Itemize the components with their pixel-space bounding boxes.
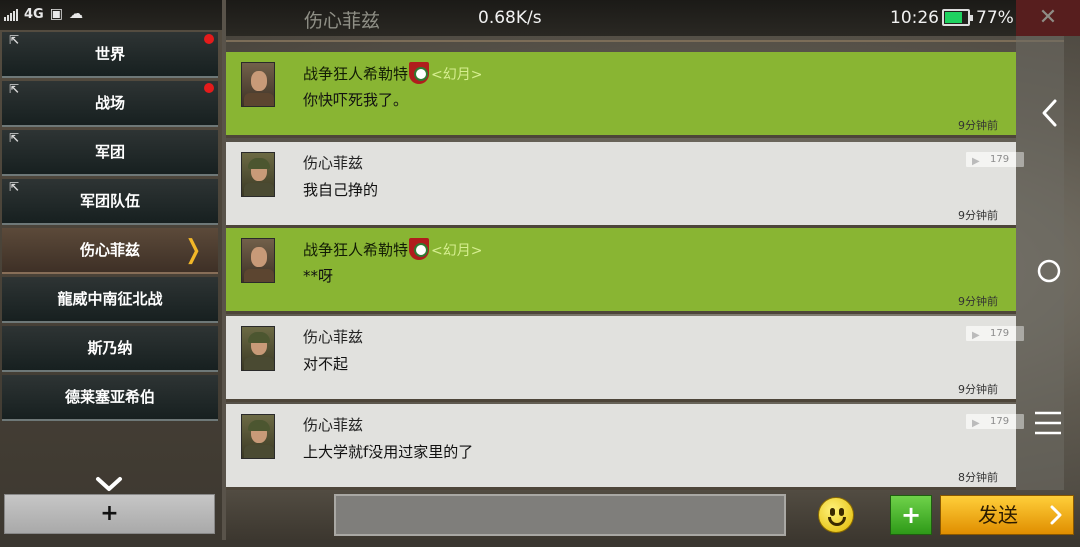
sender-line: 伤心菲兹 xyxy=(303,414,363,435)
message-text: 你快吓死我了。 xyxy=(303,91,409,109)
battery-icon xyxy=(942,9,973,26)
close-button[interactable]: ✕ xyxy=(1016,0,1080,36)
flag-icon: ▶ xyxy=(972,418,980,429)
chat-input-bar: + 发送 xyxy=(226,490,1080,540)
guild-bracket-open: < xyxy=(431,243,443,259)
guild-badge-icon xyxy=(409,238,430,260)
message-time: 9分钟前 xyxy=(958,295,998,308)
chat-message[interactable]: 伤心菲兹对不起 ▶ 179 9分钟前 xyxy=(226,316,1024,402)
circle-icon[interactable] xyxy=(1029,258,1069,291)
rank-value: 179 xyxy=(990,416,1010,427)
chat-message[interactable]: 伤心菲兹上大学就f没用过家里的了 ▶ 179 8分钟前 xyxy=(226,404,1024,490)
channel-label: 军团 xyxy=(94,143,125,161)
sender-line: 战争狂人希勒特 <幻月> xyxy=(303,62,482,84)
image-icon: ▣ xyxy=(49,6,63,22)
avatar[interactable] xyxy=(241,62,275,107)
smiley-icon[interactable] xyxy=(818,497,854,533)
page-title: 伤心菲兹 xyxy=(304,10,381,32)
channel-label: 斯乃纳 xyxy=(87,339,133,357)
channel-item[interactable]: 龍威中南征北战 xyxy=(2,277,218,323)
channel-item[interactable]: ⇱ 世界 xyxy=(2,32,218,78)
pin-icon: ⇱ xyxy=(9,33,20,47)
signal-icon xyxy=(4,7,18,21)
avatar[interactable] xyxy=(241,414,275,459)
flag-icon: ▶ xyxy=(972,156,980,167)
rank-value: 179 xyxy=(990,328,1010,339)
channel-item[interactable]: ⇱ 战场 xyxy=(2,81,218,127)
channel-item[interactable]: 斯乃纳 xyxy=(2,326,218,372)
message-divider xyxy=(226,135,1016,138)
pin-icon: ⇱ xyxy=(9,82,20,96)
battery-percent: 77% xyxy=(976,8,1014,28)
channel-label: 军团队伍 xyxy=(79,192,140,210)
flag-icon: ▶ xyxy=(972,330,980,341)
chat-message[interactable]: 伤心菲兹我自己挣的 ▶ 179 9分钟前 xyxy=(226,142,1024,228)
message-input[interactable] xyxy=(334,494,786,536)
channel-label: 德莱塞亚希伯 xyxy=(64,388,155,406)
sender-name[interactable]: 战争狂人希勒特 xyxy=(303,241,408,259)
status-left: 4G ▣ ☁ xyxy=(4,6,83,22)
menu-icon[interactable] xyxy=(1028,410,1068,443)
guild-badge-icon xyxy=(409,62,430,84)
avatar[interactable] xyxy=(241,238,275,283)
sender-name[interactable]: 战争狂人希勒特 xyxy=(303,65,408,83)
network-type: 4G xyxy=(24,6,44,22)
guild-bracket-close: > xyxy=(470,243,483,259)
pin-icon: ⇱ xyxy=(9,131,20,145)
chevron-right-icon xyxy=(1049,496,1063,547)
sender-name[interactable]: 伤心菲兹 xyxy=(303,416,363,434)
send-button[interactable]: 发送 xyxy=(940,495,1074,535)
message-list[interactable]: 战争狂人希勒特 <幻月> 你快吓死我了。 9分钟前 伤心菲兹 我自己挣的 ▶ 179 9分钟前战… xyxy=(226,36,1024,490)
guild-name: 幻月 xyxy=(442,243,471,259)
active-chevron-icon: ❭ xyxy=(182,235,204,265)
sender-line: 伤心菲兹 xyxy=(303,326,363,347)
guild-bracket-open: < xyxy=(431,67,443,83)
wechat-icon: ☁ xyxy=(68,6,83,22)
right-rail xyxy=(1016,36,1064,490)
avatar[interactable] xyxy=(241,152,275,197)
pin-icon: ⇱ xyxy=(9,180,20,194)
battery-fill xyxy=(945,12,962,23)
message-divider xyxy=(226,311,1016,314)
sender-line: 伤心菲兹 xyxy=(303,152,363,173)
network-speed: 0.68K/s xyxy=(478,8,542,28)
message-time: 9分钟前 xyxy=(958,209,998,222)
avatar[interactable] xyxy=(241,326,275,371)
message-text: 上大学就f没用过家里的了 xyxy=(303,443,474,461)
status-time: 10:26 xyxy=(890,8,939,28)
chat-message[interactable]: 战争狂人希勒特 <幻月> 你快吓死我了。 9分钟前 xyxy=(226,52,1016,138)
channel-label: 战场 xyxy=(94,94,125,112)
message-text: 我自己挣的 xyxy=(303,181,379,199)
sender-name[interactable]: 伤心菲兹 xyxy=(303,154,363,172)
add-attachment-button[interactable]: + xyxy=(890,495,932,535)
channel-label: 龍威中南征北战 xyxy=(57,290,163,308)
guild-name: 幻月 xyxy=(442,67,471,83)
add-channel-button[interactable]: + xyxy=(4,494,215,534)
unread-dot xyxy=(204,34,214,44)
message-time: 9分钟前 xyxy=(958,119,998,132)
channel-item[interactable]: 德莱塞亚希伯 xyxy=(2,375,218,421)
unread-dot xyxy=(204,83,214,93)
channel-sidebar: ⇱ 世界 ⇱ 战场 ⇱ 军团 ⇱ 军团队伍伤心菲兹 ❭ 龍威中南征北战 斯乃纳德莱塞亚希伯 xyxy=(0,30,222,540)
channel-label: 伤心菲兹 xyxy=(79,241,140,259)
chat-message[interactable]: 战争狂人希勒特 <幻月> **呀 9分钟前 xyxy=(226,228,1016,314)
chevron-left-icon[interactable] xyxy=(1030,98,1070,135)
message-divider xyxy=(226,399,1016,402)
channel-item[interactable]: 伤心菲兹 ❭ xyxy=(2,228,218,274)
channel-item[interactable]: ⇱ 军团 xyxy=(2,130,218,176)
message-text: **呀 xyxy=(303,267,334,285)
message-time: 9分钟前 xyxy=(958,383,998,396)
channel-item[interactable]: ⇱ 军团队伍 xyxy=(2,179,218,225)
send-label: 发送 xyxy=(978,503,1018,527)
guild-bracket-close: > xyxy=(470,67,483,83)
message-time: 8分钟前 xyxy=(958,471,998,484)
sender-name[interactable]: 伤心菲兹 xyxy=(303,328,363,346)
sender-line: 战争狂人希勒特 <幻月> xyxy=(303,238,482,260)
channel-label: 世界 xyxy=(94,45,125,63)
rank-value: 179 xyxy=(990,154,1010,165)
message-text: 对不起 xyxy=(303,355,349,373)
